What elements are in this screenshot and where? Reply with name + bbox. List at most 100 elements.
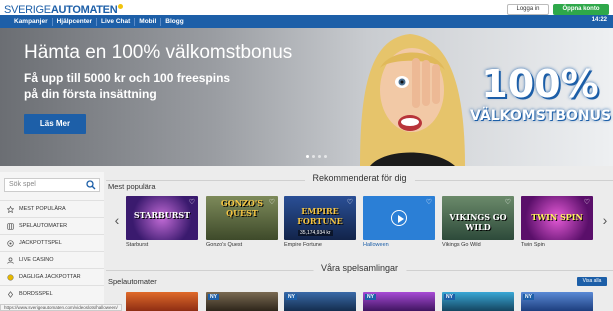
clock: 14:22 xyxy=(591,17,607,23)
new-badge: NY xyxy=(523,294,534,300)
star-icon xyxy=(7,205,14,213)
sidebar-item-label: BORDSSPEL xyxy=(19,291,53,297)
search-placeholder: Sök spel xyxy=(9,181,36,188)
logo-mark-icon xyxy=(118,4,124,9)
new-badge: NY xyxy=(208,294,219,300)
slots-label: Spelautomater xyxy=(108,277,157,286)
game-thumbnail[interactable]: STARBURST ♡ xyxy=(126,196,198,240)
popular-games-row: STARBURST ♡ Starburst GONZO'S QUEST ♡ Go… xyxy=(126,196,600,252)
main-nav: Kampanjer Hjälpcenter Live Chat Mobil Bl… xyxy=(0,15,613,28)
sidebar-item-spelautomater[interactable]: SPELAUTOMATER xyxy=(0,217,104,234)
game-thumb-title: TWIN SPIN xyxy=(531,212,583,222)
sidebar-item-dagliga-jackpottar[interactable]: DAGLIGA JACKPOTTAR xyxy=(0,268,104,285)
login-button[interactable]: Logga in xyxy=(507,4,549,15)
carousel-dots xyxy=(306,155,327,158)
nav-blogg[interactable]: Blogg xyxy=(161,18,187,26)
sidebar-item-label: LIVE CASINO xyxy=(19,257,54,263)
collection-tile[interactable] xyxy=(126,292,198,311)
game-name: Starburst xyxy=(126,242,149,248)
search-input[interactable]: Sök spel xyxy=(4,178,100,192)
badge-word: VÄLKOMSTBONUS xyxy=(470,108,612,124)
game-name: Gonzo's Quest xyxy=(206,242,243,248)
nav-kampanjer[interactable]: Kampanjer xyxy=(10,17,53,26)
nav-mobil[interactable]: Mobil xyxy=(135,17,162,26)
hero-subtitle-line2: på din första insättning xyxy=(24,87,157,101)
sidebar-item-live-casino[interactable]: LIVE CASINO xyxy=(0,251,104,268)
game-tile[interactable]: EMPIRE FORTUNE ♡ 35,174,934 kr Empire Fo… xyxy=(284,196,356,252)
carousel-dot[interactable] xyxy=(324,155,327,158)
game-thumb-title: STARBURST xyxy=(133,210,191,220)
collections-heading: Våra spelsamlingar xyxy=(106,263,613,277)
collections-title: Våra spelsamlingar xyxy=(312,263,407,273)
welcome-bonus-badge: 100% VÄLKOMSTBONUS xyxy=(470,58,612,138)
popular-label: Mest populära xyxy=(108,182,156,191)
carousel-dot[interactable] xyxy=(306,155,309,158)
sidebar-item-label: DAGLIGA JACKPOTTAR xyxy=(19,274,81,280)
header: SVERIGEAUTOMATEN Logga in Öppna konto Ka… xyxy=(0,0,613,28)
slot-icon xyxy=(7,222,14,230)
game-thumb-title: GONZO'S QUEST xyxy=(220,198,264,218)
carousel-next-arrow[interactable]: › xyxy=(600,200,610,240)
hero-title: Hämta en 100% välkomstbonus xyxy=(24,42,293,63)
game-tile[interactable]: ♡ Halloween xyxy=(363,196,435,252)
favorite-heart-icon[interactable]: ♡ xyxy=(426,198,432,206)
play-icon[interactable] xyxy=(391,210,407,226)
read-more-button[interactable]: Läs Mer xyxy=(24,114,86,134)
game-tile[interactable]: STARBURST ♡ Starburst xyxy=(126,196,198,252)
game-thumb-title: EMPIRE FORTUNE xyxy=(297,206,343,226)
recommended-heading: Rekommenderat för dig xyxy=(106,173,613,187)
daily-jackpot-icon xyxy=(7,273,14,281)
collection-tile[interactable]: NY xyxy=(521,292,593,311)
favorite-heart-icon[interactable]: ♡ xyxy=(505,198,511,206)
game-name: Halloween xyxy=(363,242,389,248)
new-badge: NY xyxy=(365,294,376,300)
sidebar-item-label: MEST POPULÄRA xyxy=(19,206,66,212)
collection-tile[interactable]: NY xyxy=(284,292,356,311)
collection-tile[interactable]: NY xyxy=(442,292,514,311)
nav-hjalpcenter[interactable]: Hjälpcenter xyxy=(53,17,98,26)
hero-banner[interactable]: Hämta en 100% välkomstbonus Få upp till … xyxy=(0,28,613,166)
hero-woman-image xyxy=(360,34,465,166)
jackpot-icon xyxy=(7,239,14,247)
carousel-dot[interactable] xyxy=(318,155,321,158)
collection-tile[interactable]: NY xyxy=(363,292,435,311)
game-thumbnail[interactable]: VIKINGS GO WILD ♡ xyxy=(442,196,514,240)
hero-subtitle: Få upp till 5000 kr och 100 freespins på… xyxy=(24,70,230,102)
game-tile[interactable]: GONZO'S QUEST ♡ Gonzo's Quest xyxy=(206,196,278,252)
jackpot-amount: 35,174,934 kr xyxy=(298,230,333,236)
favorite-heart-icon[interactable]: ♡ xyxy=(347,198,353,206)
collection-tile[interactable]: NY xyxy=(206,292,278,311)
see-all-button[interactable]: Visa alla xyxy=(577,277,607,286)
game-name: Vikings Go Wild xyxy=(442,242,481,248)
search-icon[interactable] xyxy=(86,180,96,190)
sidebar: Sök spel MEST POPULÄRA SPELAUTOMATER JAC… xyxy=(0,172,104,311)
favorite-heart-icon[interactable]: ♡ xyxy=(269,198,275,206)
badge-percent: 100% xyxy=(481,62,599,106)
favorite-heart-icon[interactable]: ♡ xyxy=(189,198,195,206)
main-content: Rekommenderat för dig Mest populära ‹ › … xyxy=(106,166,613,311)
favorite-heart-icon[interactable]: ♡ xyxy=(584,198,590,206)
game-tile[interactable]: TWIN SPIN ♡ Twin Spin xyxy=(521,196,593,252)
game-thumbnail[interactable]: ♡ xyxy=(363,196,435,240)
game-name: Twin Spin xyxy=(521,242,545,248)
carousel-dot[interactable] xyxy=(312,155,315,158)
game-thumbnail[interactable]: TWIN SPIN ♡ xyxy=(521,196,593,240)
table-games-icon xyxy=(7,290,14,298)
sidebar-item-bordsspel[interactable]: BORDSSPEL xyxy=(0,285,104,302)
game-thumbnail[interactable]: EMPIRE FORTUNE ♡ 35,174,934 kr xyxy=(284,196,356,240)
status-bar-url: https://www.sverigeautomaten.com/videosl… xyxy=(0,304,122,311)
live-icon xyxy=(7,257,14,264)
game-thumbnail[interactable]: GONZO'S QUEST ♡ xyxy=(206,196,278,240)
new-badge: NY xyxy=(286,294,297,300)
sidebar-item-jackpottspel[interactable]: JACKPOTTSPEL xyxy=(0,234,104,251)
game-name: Empire Fortune xyxy=(284,242,322,248)
game-tile[interactable]: VIKINGS GO WILD ♡ Vikings Go Wild xyxy=(442,196,514,252)
slots-row: NY NY NY NY NY xyxy=(126,292,600,311)
nav-live-chat[interactable]: Live Chat xyxy=(97,17,136,26)
carousel-prev-arrow[interactable]: ‹ xyxy=(112,200,122,240)
open-account-button[interactable]: Öppna konto xyxy=(553,4,609,15)
new-badge: NY xyxy=(444,294,455,300)
sidebar-item-label: SPELAUTOMATER xyxy=(19,223,68,229)
hero-subtitle-line1: Få upp till 5000 kr och 100 freespins xyxy=(24,71,231,85)
sidebar-item-mest-populara[interactable]: MEST POPULÄRA xyxy=(0,200,104,217)
